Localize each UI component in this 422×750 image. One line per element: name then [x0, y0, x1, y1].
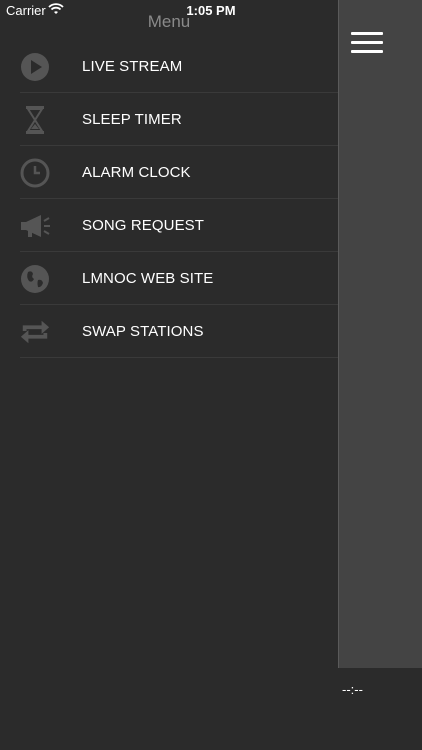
menu-item-alarm-clock[interactable]: ALARM CLOCK: [0, 146, 338, 199]
menu-item-live-stream[interactable]: LIVE STREAM: [0, 40, 338, 93]
megaphone-icon: [19, 211, 51, 241]
menu-item-song-request[interactable]: SONG REQUEST: [0, 199, 338, 252]
menu-item-web-site[interactable]: LMNOC WEB SITE: [0, 252, 338, 305]
globe-icon: [19, 264, 51, 294]
menu-item-label: LIVE STREAM: [82, 58, 183, 75]
menu-item-label: SLEEP TIMER: [82, 111, 182, 128]
menu-item-label: SONG REQUEST: [82, 217, 205, 234]
menu-item-swap-stations[interactable]: SWAP STATIONS: [0, 305, 338, 358]
menu-item-label: LMNOC WEB SITE: [82, 270, 214, 287]
content-panel[interactable]: [338, 0, 422, 668]
play-icon: [19, 52, 51, 82]
menu-list: LIVE STREAM SLEEP TIMER ALARM CLOCK SONG…: [0, 40, 338, 358]
clock-icon: [19, 158, 51, 188]
menu-title: Menu: [147, 12, 191, 31]
hamburger-menu-icon[interactable]: [351, 32, 383, 54]
menu-item-sleep-timer[interactable]: SLEEP TIMER: [0, 93, 338, 146]
hourglass-icon: [19, 105, 51, 135]
player-time: --:--: [342, 682, 363, 697]
menu-item-label: ALARM CLOCK: [82, 164, 191, 181]
menu-item-label: SWAP STATIONS: [82, 323, 204, 340]
swap-icon: [19, 317, 51, 347]
